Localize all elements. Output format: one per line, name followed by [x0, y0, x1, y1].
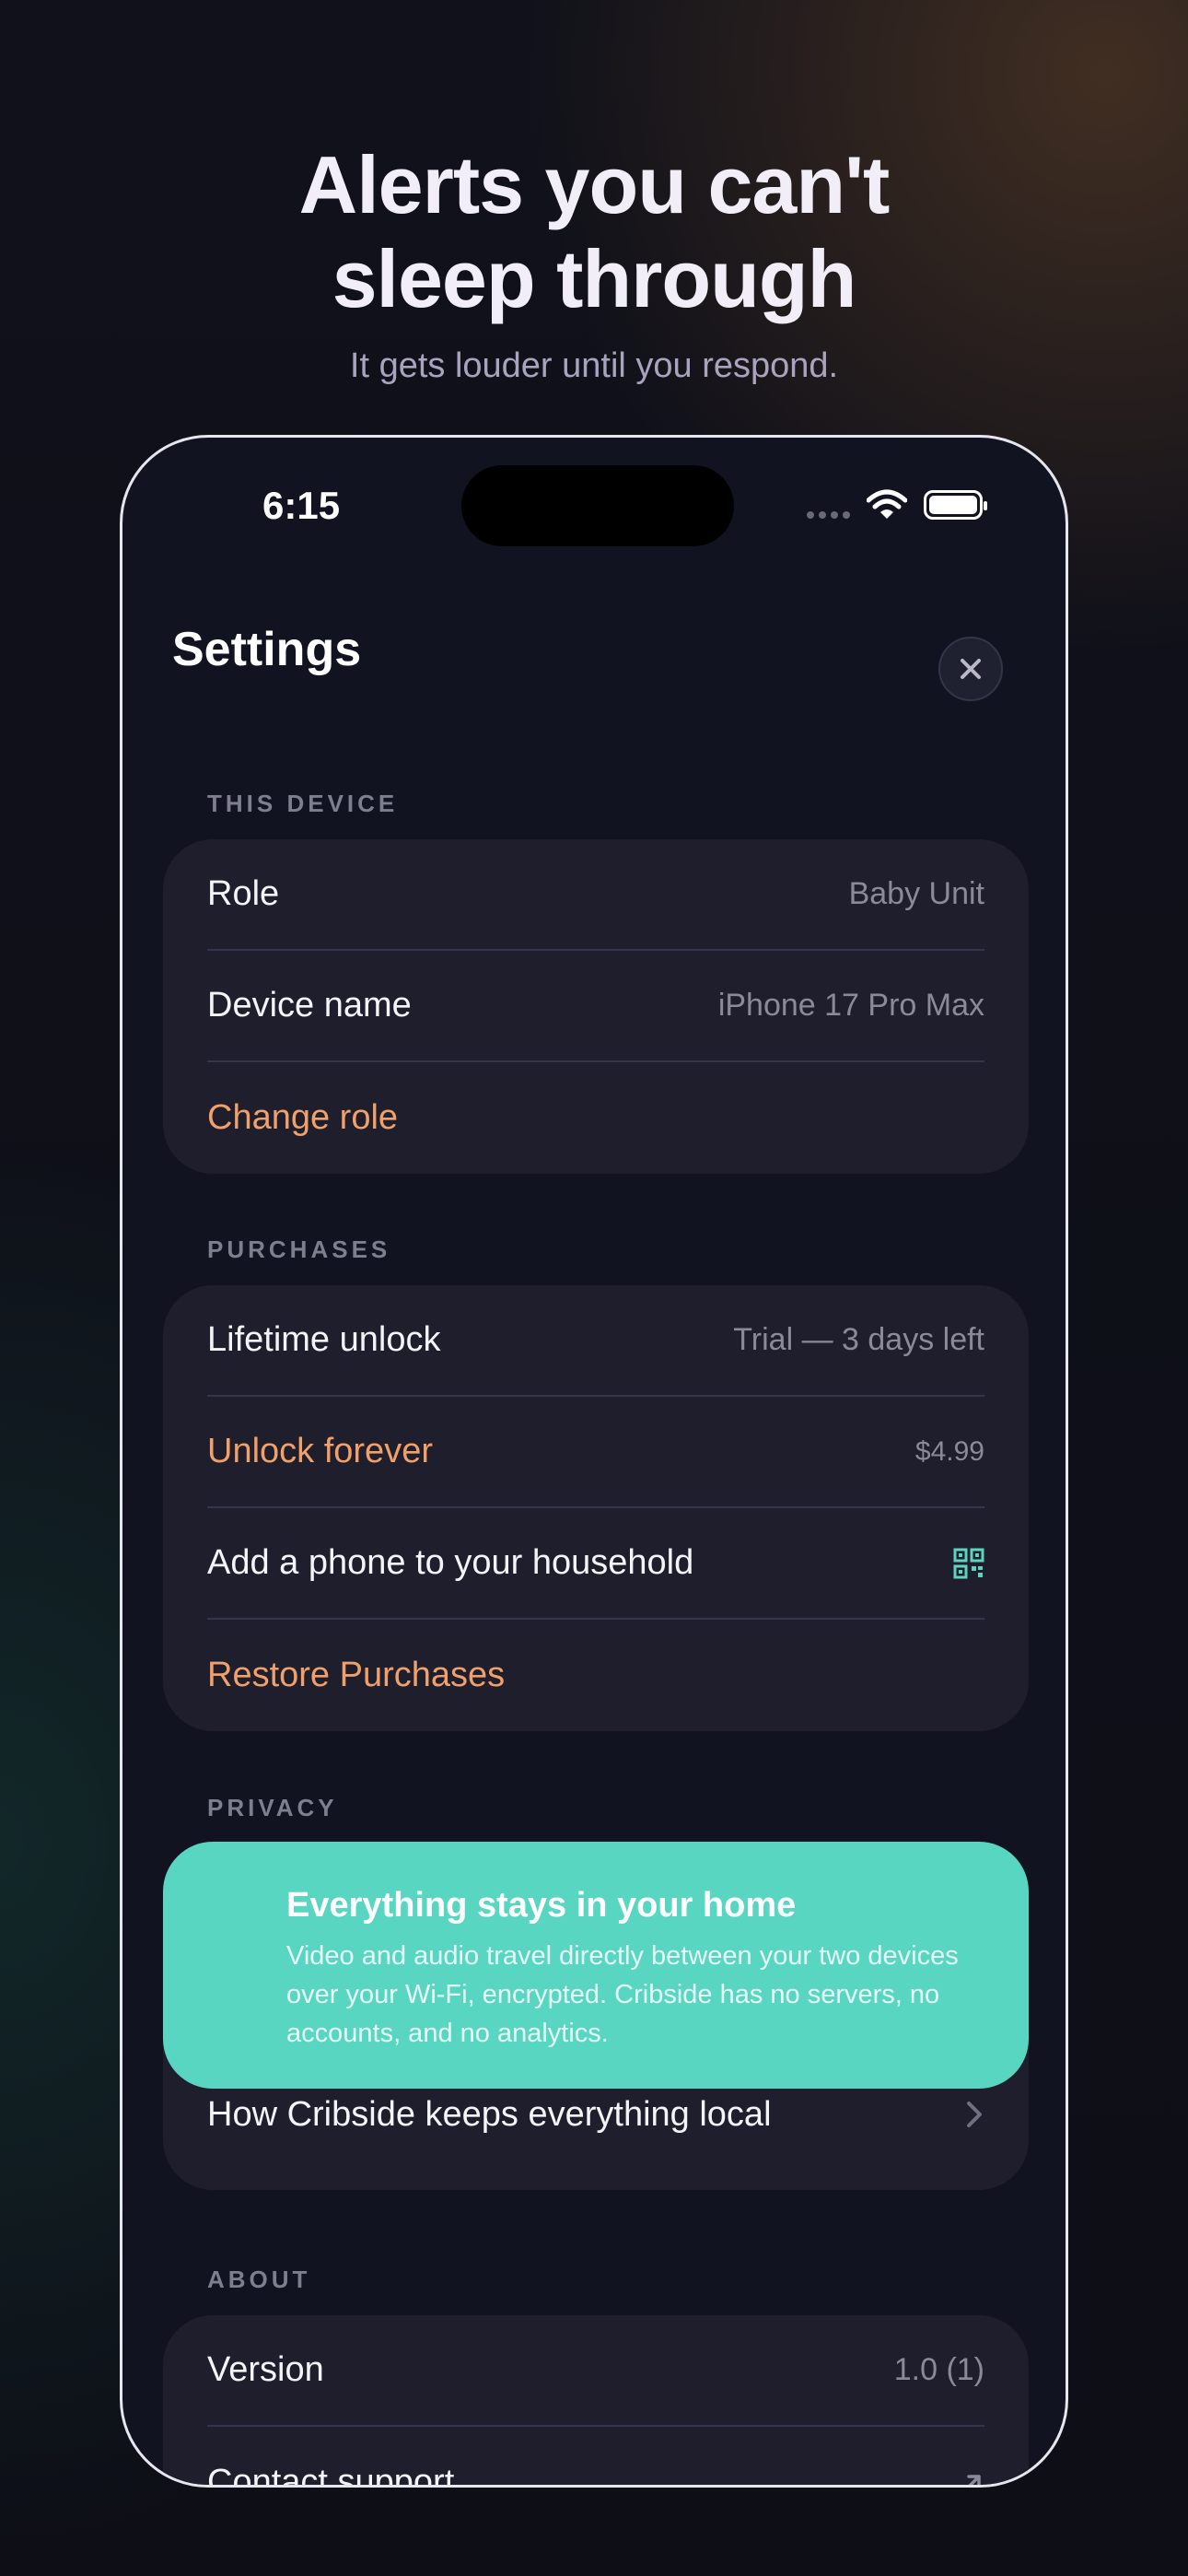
battery-icon — [924, 490, 987, 520]
status-time: 6:15 — [262, 484, 341, 527]
qr-code-icon — [953, 1548, 984, 1578]
privacy-card-title: Everything stays in your home — [286, 1886, 797, 1925]
change-role-label: Change role — [207, 1098, 399, 1137]
role-label: Role — [207, 874, 280, 913]
restore-purchases-label: Restore Purchases — [207, 1656, 506, 1694]
unlock-forever-button[interactable]: Unlock forever $4.99 — [207, 1397, 984, 1508]
chevron-right-icon — [967, 2102, 982, 2127]
unlock-forever-price: $4.99 — [914, 1435, 984, 1467]
unlock-forever-label: Unlock forever — [207, 1432, 433, 1470]
role-row[interactable]: Role Baby Unit — [207, 839, 984, 951]
wifi-icon — [867, 489, 907, 519]
contact-support-label: Contact support — [207, 2463, 455, 2488]
restore-purchases-button[interactable]: Restore Purchases — [207, 1620, 984, 1731]
phone-frame: 6:15 Settings THIS DEVICE Role Baby Unit… — [120, 435, 1068, 2488]
promo-subheadline: It gets louder until you respond. — [349, 346, 839, 385]
how-cribside-local-label: How Cribside keeps everything local — [207, 2095, 772, 2134]
version-value: 1.0 (1) — [893, 2352, 984, 2387]
device-name-value: iPhone 17 Pro Max — [717, 988, 984, 1023]
dynamic-island — [461, 465, 734, 546]
group-about: Version 1.0 (1) Contact support — [163, 2315, 1029, 2488]
section-label-privacy: PRIVACY — [207, 1794, 338, 1821]
role-value: Baby Unit — [848, 876, 984, 911]
add-phone-household-label: Add a phone to your household — [207, 1543, 694, 1582]
cellular-signal-icon — [807, 491, 850, 519]
promo-headline-line2: sleep through — [332, 233, 857, 324]
close-icon — [961, 659, 981, 679]
privacy-card: Everything stays in your home Video and … — [163, 1842, 1029, 2089]
version-label: Version — [207, 2350, 324, 2389]
group-purchases: Lifetime unlock Trial — 3 days left Unlo… — [163, 1285, 1029, 1731]
promo-headline-line1: Alerts you can't — [298, 139, 891, 230]
group-this-device: Role Baby Unit Device name iPhone 17 Pro… — [163, 839, 1029, 1174]
change-role-button[interactable]: Change role — [207, 1062, 984, 1174]
section-label-about: ABOUT — [207, 2266, 311, 2293]
lifetime-unlock-value: Trial — 3 days left — [733, 1322, 984, 1357]
lifetime-unlock-row[interactable]: Lifetime unlock Trial — 3 days left — [207, 1285, 984, 1397]
version-row: Version 1.0 (1) — [207, 2315, 984, 2427]
device-name-label: Device name — [207, 986, 412, 1025]
status-icons — [807, 489, 987, 521]
device-name-row[interactable]: Device name iPhone 17 Pro Max — [207, 951, 984, 1062]
add-phone-household-row[interactable]: Add a phone to your household — [207, 1508, 984, 1620]
section-label-this-device: THIS DEVICE — [207, 790, 399, 817]
close-button[interactable] — [938, 637, 1003, 701]
section-label-purchases: PURCHASES — [207, 1235, 391, 1263]
external-link-icon — [967, 2474, 981, 2485]
contact-support-row[interactable]: Contact support — [207, 2427, 984, 2488]
promo-headline: Alerts you can't sleep through — [0, 138, 1188, 326]
lifetime-unlock-label: Lifetime unlock — [207, 1320, 441, 1359]
privacy-card-body: Video and audio travel directly between … — [286, 1941, 959, 2048]
page-title: Settings — [172, 623, 362, 676]
